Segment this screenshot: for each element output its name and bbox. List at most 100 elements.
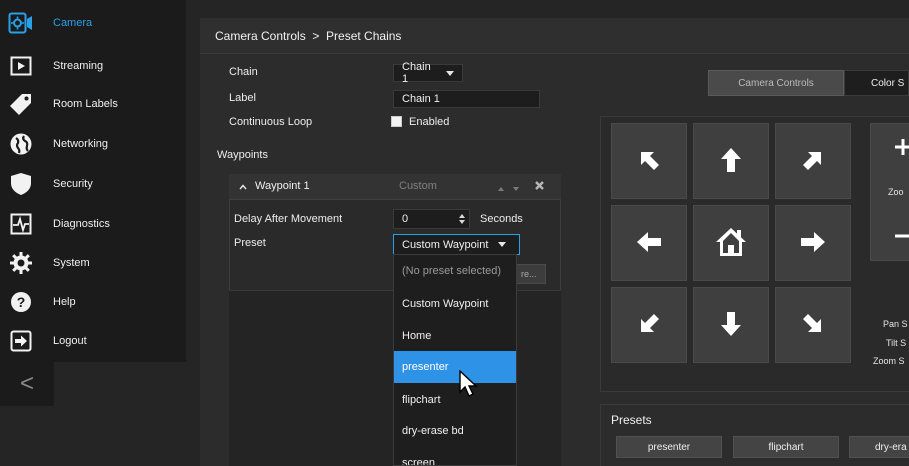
arrow-up-right-icon [798, 145, 828, 178]
pan-down-right-button[interactable] [775, 287, 851, 363]
preset-option-label: screen [402, 457, 436, 466]
sidebar-item-networking[interactable]: Networking [0, 125, 186, 163]
continuous-loop-checkbox[interactable] [391, 116, 402, 127]
delay-label: Delay After Movement [234, 213, 343, 225]
zoom-label: Zoo [888, 187, 904, 197]
preset-option[interactable]: flipchart [394, 384, 516, 416]
continuous-loop-option: Enabled [409, 116, 450, 128]
chevron-left-icon: < [19, 370, 34, 397]
preset-dropdown-list: (No preset selected) Custom Waypoint Hom… [393, 254, 517, 466]
sidebar-item-security[interactable]: Security [0, 165, 186, 203]
preset-button-dry-erase[interactable]: dry-era [849, 436, 909, 458]
hidden-action-button-label: re... [521, 269, 537, 279]
logout-icon [6, 326, 36, 356]
preset-option-label: presenter [402, 361, 449, 373]
preset-button-label: flipchart [768, 441, 804, 453]
arrow-down-icon [716, 309, 746, 342]
preset-option-label: flipchart [402, 394, 441, 406]
sidebar-item-label: Camera [53, 17, 93, 29]
sidebar-item-label: Logout [53, 335, 87, 347]
sidebar-item-label: Help [53, 296, 76, 308]
sidebar-item-label: System [53, 257, 90, 269]
chain-label: Chain [229, 66, 258, 78]
delay-stepper[interactable]: 0 [393, 209, 470, 229]
sidebar-item-system[interactable]: System [0, 244, 186, 282]
arrow-left-icon [634, 227, 664, 260]
move-down-icon[interactable] [512, 183, 520, 195]
chevron-down-icon [498, 242, 507, 247]
sidebar-item-streaming[interactable]: Streaming [0, 47, 186, 85]
chevron-down-icon [446, 70, 454, 76]
sidebar: Camera Streaming Room Labels Networking … [0, 0, 186, 362]
chain-select-value: Chain 1 [402, 61, 431, 85]
move-up-icon[interactable] [497, 183, 505, 195]
sidebar-item-logout[interactable]: Logout [0, 322, 186, 360]
breadcrumb: Camera Controls > Preset Chains [215, 29, 402, 43]
preset-option-label: Custom Waypoint [402, 298, 489, 310]
arrow-up-icon [716, 145, 746, 178]
preset-option-label: (No preset selected) [402, 265, 502, 277]
tab-label: Camera Controls [738, 77, 814, 89]
sidebar-item-diagnostics[interactable]: Diagnostics [0, 205, 186, 243]
preset-button-presenter[interactable]: presenter [616, 436, 722, 458]
tag-icon [6, 89, 36, 119]
preset-option[interactable]: screen [394, 447, 516, 466]
label-field[interactable]: Chain 1 [393, 90, 540, 108]
preset-option[interactable]: dry-erase bd [394, 415, 516, 447]
pan-left-button[interactable] [611, 205, 687, 281]
home-icon [714, 226, 748, 261]
tilt-speed-label: Tilt S [886, 338, 907, 348]
delay-unit: Seconds [480, 213, 523, 225]
zoom-speed-label: Zoom S [873, 356, 905, 366]
zoom-in-icon[interactable] [895, 138, 909, 159]
presets-heading: Presets [611, 413, 652, 427]
camera-icon [6, 8, 36, 38]
tab-color-settings[interactable]: Color S [844, 70, 909, 96]
tab-label: Color S [871, 77, 905, 89]
pan-down-button[interactable] [693, 287, 769, 363]
pan-speed-label: Pan S [883, 319, 908, 329]
pan-up-right-button[interactable] [775, 123, 851, 199]
tab-camera-controls[interactable]: Camera Controls [708, 70, 844, 96]
preset-label: Preset [234, 237, 266, 249]
preset-option[interactable]: (No preset selected) [394, 255, 516, 287]
preset-option-label: Home [402, 330, 432, 342]
waypoints-heading: Waypoints [217, 149, 268, 161]
preset-option-highlighted[interactable]: presenter [394, 351, 516, 383]
home-button[interactable] [693, 205, 769, 281]
breadcrumb-bar: Camera Controls > Preset Chains [200, 18, 909, 54]
delete-waypoint-icon[interactable] [534, 180, 545, 194]
mouse-cursor-icon [459, 369, 481, 401]
help-icon: ? [6, 287, 36, 317]
preset-select[interactable]: Custom Waypoint [393, 234, 520, 255]
sidebar-item-label: Networking [53, 138, 109, 150]
preset-option[interactable]: Custom Waypoint [394, 288, 516, 320]
arrow-right-icon [798, 227, 828, 260]
svg-text:?: ? [17, 294, 26, 310]
chain-select[interactable]: Chain 1 [393, 61, 463, 85]
preset-button-flipchart[interactable]: flipchart [733, 436, 839, 458]
preset-button-label: presenter [647, 441, 691, 453]
preset-select-value: Custom Waypoint [402, 238, 489, 251]
gear-icon [6, 248, 36, 278]
collapse-sidebar-button[interactable]: < [0, 362, 54, 406]
arrow-down-left-icon [634, 309, 664, 342]
arrow-down-right-icon [798, 309, 828, 342]
pan-up-button[interactable] [693, 123, 769, 199]
sidebar-item-label: Diagnostics [53, 218, 110, 230]
sidebar-item-camera[interactable]: Camera [0, 4, 186, 42]
preset-option[interactable]: Home [394, 320, 516, 352]
sidebar-item-label: Security [53, 178, 93, 190]
pan-right-button[interactable] [775, 205, 851, 281]
sidebar-item-help[interactable]: ? Help [0, 283, 186, 321]
arrow-up-left-icon [634, 145, 664, 178]
stepper-arrows-icon[interactable] [458, 213, 466, 228]
sidebar-item-room-labels[interactable]: Room Labels [0, 85, 186, 123]
zoom-out-icon[interactable] [895, 229, 909, 241]
collapse-waypoint-icon[interactable] [239, 181, 247, 193]
pan-down-left-button[interactable] [611, 287, 687, 363]
globe-icon [6, 129, 36, 159]
waypoint-header[interactable]: Waypoint 1 Custom [229, 174, 561, 200]
pan-up-left-button[interactable] [611, 123, 687, 199]
label-field-label: Label [229, 92, 256, 104]
